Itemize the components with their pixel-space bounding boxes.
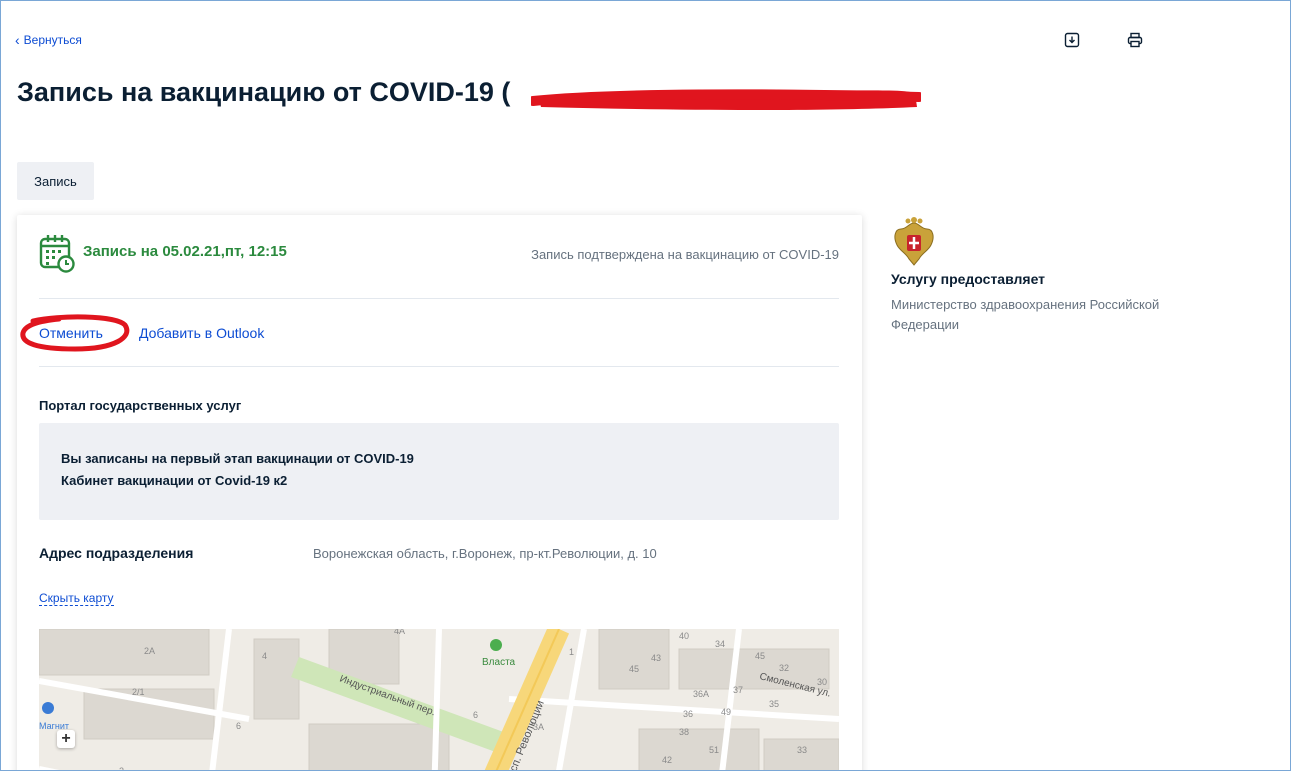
house-number: 2/1 [132,687,145,697]
house-number: 37 [733,685,743,695]
house-number: 38 [679,727,689,737]
hide-map-link[interactable]: Скрыть карту [39,591,114,606]
house-number: 3А [533,722,544,732]
house-number: 33 [797,745,807,755]
address-value: Воронежская область, г.Воронеж, пр-кт.Ре… [313,546,657,561]
provider-panel: Услугу предоставляет Министерство здраво… [891,217,1231,335]
house-number: 2А [144,646,155,656]
house-number: 45 [629,664,639,674]
back-link[interactable]: ‹ Вернуться [15,33,82,47]
house-number: 6 [473,710,478,720]
shop-poi-icon[interactable] [42,702,54,714]
house-number: 51 [709,745,719,755]
print-icon[interactable] [1126,31,1144,49]
map-zoom-in-button[interactable]: + [57,730,75,748]
house-number: 4А [394,629,405,636]
pharmacy-poi-icon[interactable] [490,639,502,651]
add-to-outlook-link[interactable]: Добавить в Outlook [139,325,264,341]
house-number: 36А [693,689,709,699]
redaction-scribble [531,89,921,110]
house-number: 1 [569,647,574,657]
tab-label: Запись [34,173,77,189]
page-frame: ‹ Вернуться Запись на вакцинацию от COVI… [0,0,1291,771]
house-number: 43 [651,653,661,663]
cancel-link[interactable]: Отменить [39,325,103,341]
house-number: 49 [721,707,731,717]
calendar-clock-icon [39,235,75,273]
russian-emblem-icon [894,217,934,266]
map-canvas: Индустриальный пер. просп. Революции Смо… [39,629,839,771]
map[interactable]: Индустриальный пер. просп. Революции Смо… [39,629,839,771]
info-box: Вы записаны на первый этап вакцинации от… [39,423,839,520]
tab-zapis[interactable]: Запись [17,162,94,200]
divider [39,366,839,367]
provider-title: Услугу предоставляет [891,271,1046,287]
chevron-left-icon: ‹ [15,32,20,48]
house-number: 40 [679,631,689,641]
map-poi-label: Власта [482,657,516,668]
page-title: Запись на вакцинацию от COVID-19 ( [17,77,511,107]
house-number: 36 [683,709,693,719]
divider [39,298,839,299]
house-number: 42 [662,755,672,765]
download-icon[interactable] [1063,31,1081,49]
house-number: 4 [262,651,267,661]
info-line: Вы записаны на первый этап вакцинации от… [61,451,414,466]
house-number: 6 [236,721,241,731]
address-label: Адрес подразделения [39,545,194,561]
house-number: 45 [755,651,765,661]
info-line: Кабинет вакцинации от Covid-19 к2 [61,473,288,488]
provider-organization: Министерство здравоохранения Российской … [891,297,1160,332]
appointment-title: Запись на 05.02.21,пт, 12:15 [83,243,287,260]
house-number: 35 [769,699,779,709]
appointment-status: Запись подтверждена на вакцинацию от COV… [531,247,839,262]
portal-label: Портал государственных услуг [39,398,242,413]
appointment-card: Запись на 05.02.21,пт, 12:15 Запись подт… [17,215,862,771]
house-number: 34 [715,639,725,649]
house-number: 30 [817,677,827,687]
back-link-label: Вернуться [23,33,82,47]
house-number: 32 [779,663,789,673]
house-number: 2 [119,766,124,771]
